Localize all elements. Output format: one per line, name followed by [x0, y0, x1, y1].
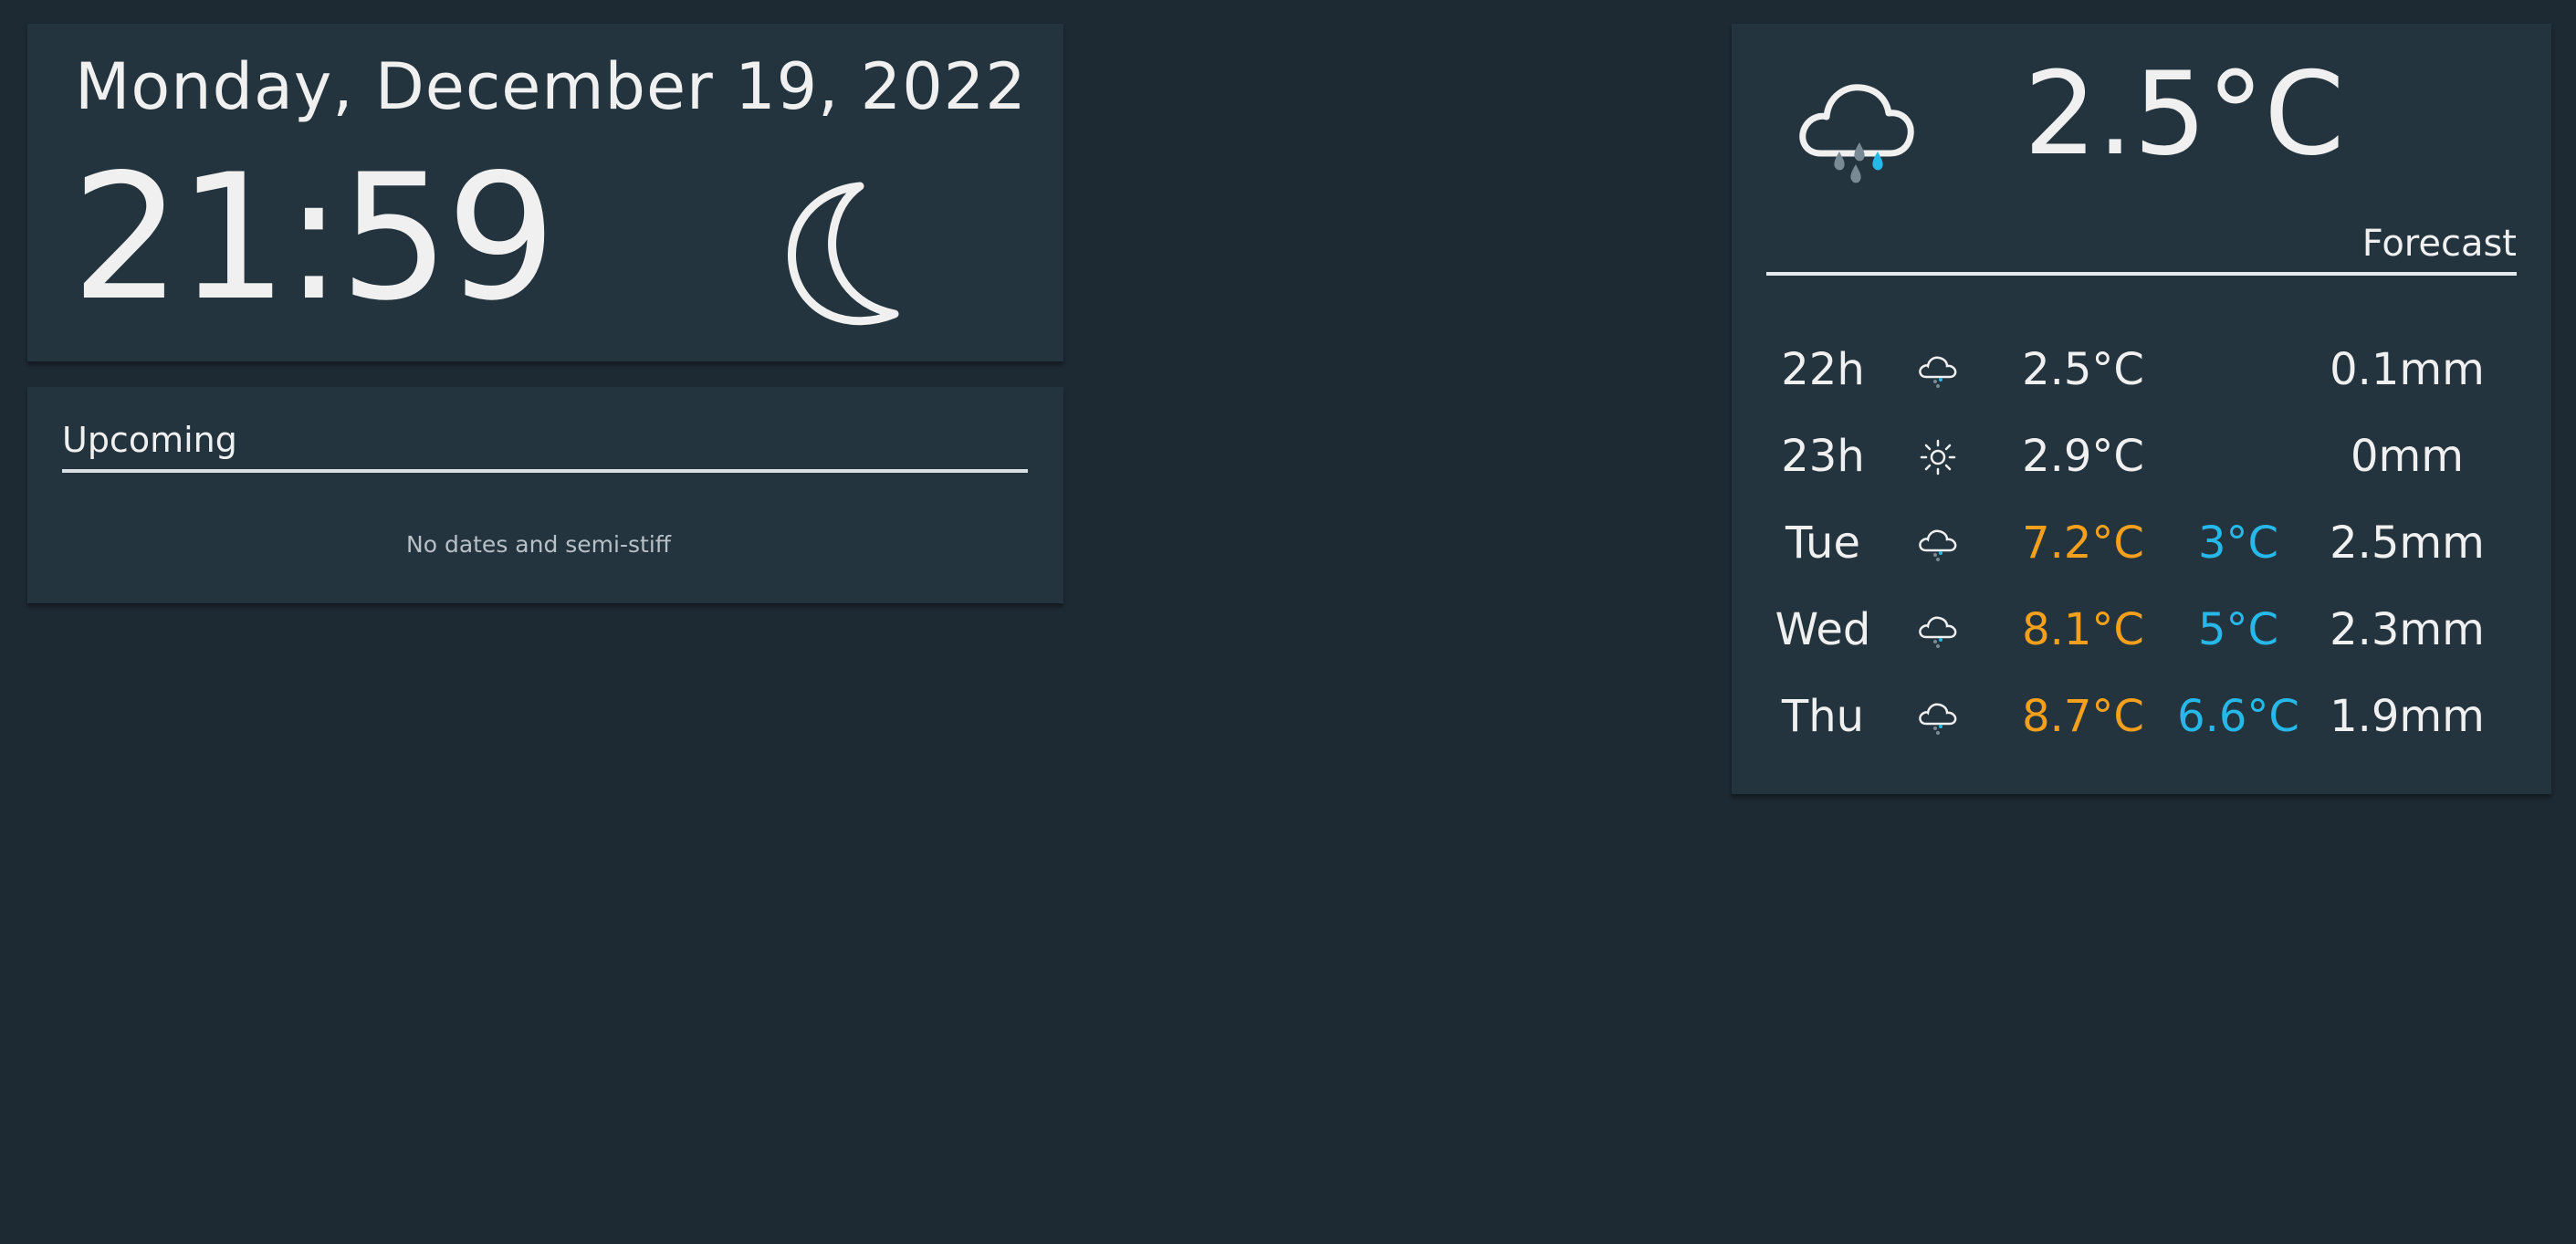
forecast-day: 23h: [1781, 431, 1865, 482]
forecast-max-temp: 7.2°C: [2022, 517, 2144, 569]
forecast-row: 22h 2.5°C 0.1mm: [1732, 333, 2551, 406]
cloud-rain-icon: [1905, 680, 1969, 753]
forecast-max-temp: 8.7°C: [2022, 691, 2144, 742]
forecast-max-temp: 2.5°C: [2022, 344, 2144, 395]
clock-date: Monday, December 19, 2022: [75, 49, 1027, 124]
cloud-rain-icon: [1905, 333, 1969, 406]
forecast-divider: [1766, 272, 2517, 276]
clock-panel: Monday, December 19, 2022 21:59: [27, 24, 1063, 361]
forecast-min-temp: 5°C: [2197, 604, 2279, 655]
forecast-rain: 2.5mm: [2330, 517, 2485, 569]
forecast-rain: 0.1mm: [2330, 344, 2485, 395]
forecast-day: 22h: [1781, 344, 1865, 395]
moon-icon: [788, 182, 899, 326]
forecast-day: Wed: [1775, 604, 1871, 655]
forecast-rain: 1.9mm: [2330, 691, 2485, 742]
forecast-day: Thu: [1781, 691, 1865, 742]
forecast-row: Tue 7.2°C 3°C 2.5mm: [1732, 507, 2551, 580]
upcoming-divider: [62, 469, 1028, 473]
upcoming-panel: Upcoming No dates and semi-stiff: [27, 387, 1063, 603]
sun-icon: [1905, 420, 1969, 493]
current-temperature: 2.5°C: [2024, 47, 2345, 181]
forecast-max-temp: 2.9°C: [2022, 431, 2144, 482]
cloud-rain-icon: [1799, 84, 1914, 183]
forecast-min-temp: 6.6°C: [2177, 691, 2299, 742]
forecast-day: Tue: [1785, 517, 1860, 569]
weather-panel: 2.5°C Forecast 22h 2.5°C 0.1mm 23h 2.9°C…: [1732, 24, 2551, 794]
upcoming-title: Upcoming: [62, 420, 237, 460]
cloud-rain-icon: [1905, 593, 1969, 666]
forecast-row: 23h 2.9°C 0mm: [1732, 420, 2551, 493]
forecast-label: Forecast: [2361, 223, 2517, 265]
cloud-rain-icon: [1905, 507, 1969, 580]
forecast-max-temp: 8.1°C: [2022, 604, 2144, 655]
upcoming-empty-message: No dates and semi-stiff: [406, 531, 671, 558]
clock-time: 21:59: [71, 137, 557, 339]
forecast-min-temp: 3°C: [2197, 517, 2279, 569]
forecast-row: Wed 8.1°C 5°C 2.3mm: [1732, 593, 2551, 666]
forecast-rain: 2.3mm: [2330, 604, 2485, 655]
forecast-row: Thu 8.7°C 6.6°C 1.9mm: [1732, 680, 2551, 753]
forecast-rain: 0mm: [2350, 431, 2465, 482]
